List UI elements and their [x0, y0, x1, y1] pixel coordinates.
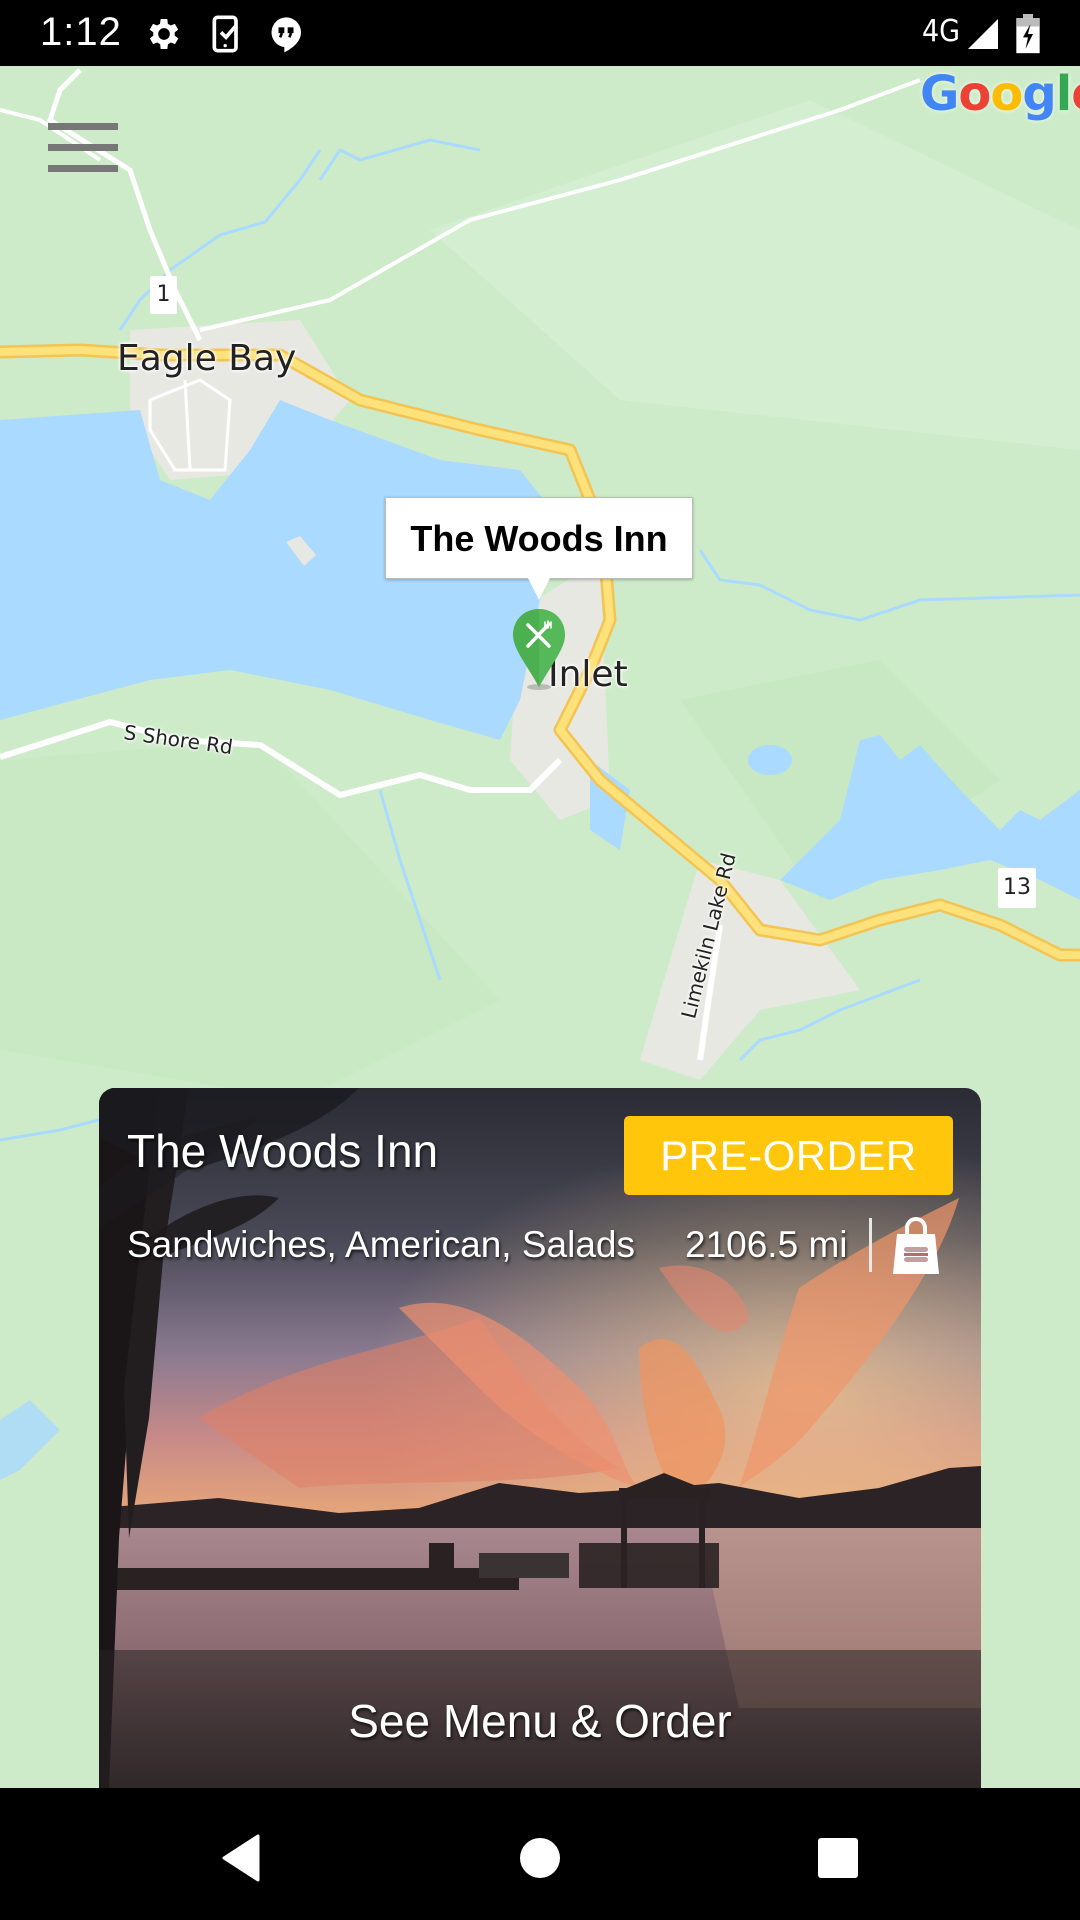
marker-info-window[interactable]: The Woods Inn: [385, 497, 693, 579]
status-bar: 1:12 4G: [0, 0, 1080, 66]
route-shield-1: 1: [150, 276, 177, 314]
hamburger-line: [48, 123, 118, 130]
battery-charging-icon: [1016, 14, 1040, 54]
restaurant-marker-pin[interactable]: [511, 607, 567, 691]
hamburger-line: [48, 144, 118, 151]
status-time: 1:12: [40, 10, 122, 54]
device-check-icon: [212, 15, 238, 53]
hamburger-line: [48, 165, 118, 172]
route-shield-13: 13: [998, 868, 1036, 908]
see-menu-label: See Menu & Order: [348, 1695, 732, 1747]
hangouts-icon: [271, 17, 301, 53]
recents-icon[interactable]: [808, 1828, 868, 1888]
system-nav-bar: [0, 1788, 1080, 1920]
hamburger-menu-button[interactable]: [48, 123, 118, 175]
pre-order-button[interactable]: PRE-ORDER: [624, 1116, 953, 1195]
home-icon[interactable]: [510, 1828, 570, 1888]
restaurant-card[interactable]: The Woods Inn PRE-ORDER Sandwiches, Amer…: [99, 1088, 981, 1788]
restaurant-cuisine: Sandwiches, American, Salads: [127, 1224, 635, 1265]
restaurant-name: The Woods Inn: [127, 1125, 439, 1177]
map-label-eagle-bay: Eagle Bay: [117, 338, 297, 379]
google-logo: Google: [920, 66, 1080, 122]
restaurant-distance: 2106.5 mi: [685, 1224, 848, 1265]
see-menu-and-order-button[interactable]: See Menu & Order: [99, 1650, 981, 1788]
info-window-pointer: [528, 578, 550, 600]
cell-signal-icon: [968, 19, 998, 49]
network-type: 4G: [922, 14, 961, 49]
card-divider: [869, 1218, 872, 1272]
settings-icon: [149, 19, 179, 49]
back-icon[interactable]: [212, 1828, 272, 1888]
takeout-bag-icon: [893, 1217, 939, 1274]
